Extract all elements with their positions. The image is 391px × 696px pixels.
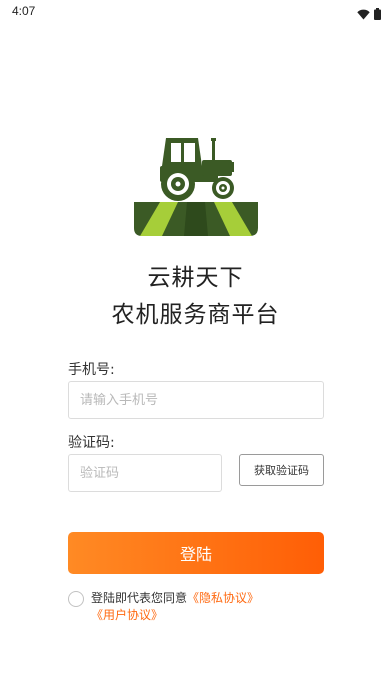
status-bar: 4:07: [0, 0, 391, 24]
agree-checkbox[interactable]: [68, 591, 84, 607]
status-time: 4:07: [12, 4, 36, 18]
verification-code-input[interactable]: [68, 454, 222, 492]
phone-input[interactable]: [68, 381, 324, 419]
get-code-button[interactable]: 获取验证码: [239, 454, 324, 486]
status-icons: [357, 5, 381, 24]
phone-label: 手机号:: [68, 362, 115, 378]
code-label: 验证码:: [68, 435, 115, 451]
agreement-prefix: 登陆即代表您同意: [91, 591, 188, 605]
app-subtitle: 农机服务商平台: [111, 302, 280, 328]
login-button[interactable]: 登陆: [68, 532, 324, 574]
battery-icon: [374, 5, 381, 24]
tractor-logo-icon: [132, 132, 260, 240]
privacy-agreement-link[interactable]: 《隐私协议》: [187, 591, 259, 605]
user-agreement-link[interactable]: 《用户协议》: [91, 608, 163, 622]
agreement-text: 登陆即代表您同意《隐私协议》《用户协议》: [91, 590, 324, 624]
app-title: 云耕天下: [147, 265, 244, 291]
wifi-icon: [357, 5, 370, 24]
